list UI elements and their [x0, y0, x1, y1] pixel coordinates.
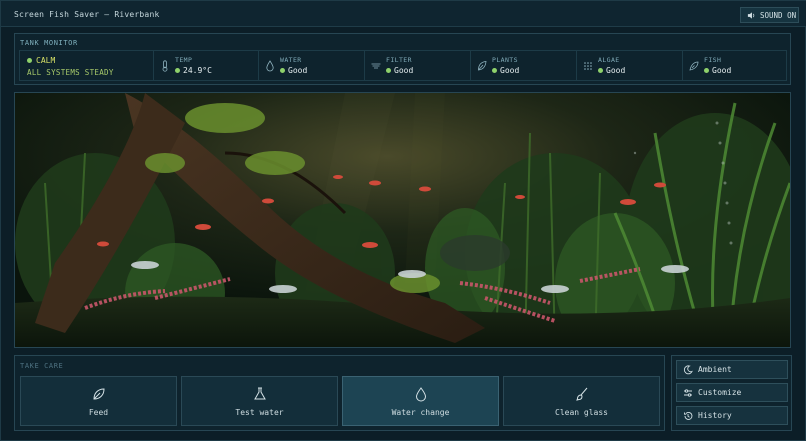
metric-label: FILTER [386, 56, 412, 64]
status-dot [27, 58, 32, 63]
aquarium-illustration [15, 93, 790, 347]
metric-algae: ALGAE Good [577, 51, 683, 80]
sliders-icon [684, 388, 692, 397]
app-window: Screen Fish Saver — Riverbank SOUND ON T… [0, 0, 806, 441]
monitor-row: CALM ALL SYSTEMS STEADY TEMP 24.9°C WATE… [19, 50, 787, 81]
tank-monitor-panel: TANK MONITOR CALM ALL SYSTEMS STEADY TEM… [14, 33, 791, 85]
history-icon [684, 411, 693, 420]
thermometer-icon [162, 60, 168, 72]
tank-monitor-title: TANK MONITOR [20, 39, 78, 47]
history-label: History [698, 411, 732, 420]
fish-icon [689, 61, 699, 71]
title-bar: Screen Fish Saver — Riverbank SOUND ON [1, 1, 806, 27]
status-state: CALM [27, 56, 55, 65]
metric-value: 24.9°C [175, 66, 212, 75]
test-water-label: Test water [235, 407, 284, 417]
side-options-panel: Ambient Customize History [671, 355, 792, 431]
clean-glass-label: Clean glass [555, 407, 608, 417]
metric-value: Good [280, 66, 307, 75]
window-title: Screen Fish Saver — Riverbank [14, 10, 160, 19]
sound-label: SOUND ON [760, 10, 797, 20]
sound-toggle-button[interactable]: SOUND ON [740, 7, 799, 23]
metric-water: WATER Good [259, 51, 365, 80]
flask-icon [253, 387, 266, 399]
history-button[interactable]: History [676, 406, 788, 425]
feed-button[interactable]: Feed [20, 376, 177, 426]
metric-label: ALGAE [598, 56, 620, 64]
feed-leaf-icon [92, 387, 105, 400]
metric-fish: FISH Good [683, 51, 781, 80]
metric-value: Good [704, 66, 731, 75]
feed-label: Feed [88, 407, 109, 417]
ambient-button[interactable]: Ambient [676, 360, 788, 379]
metric-label: PLANTS [492, 56, 518, 64]
moon-icon [683, 364, 693, 374]
aquarium-view[interactable] [14, 92, 791, 348]
water-drop-icon [266, 60, 274, 72]
take-care-title: TAKE CARE [20, 362, 64, 370]
metric-filter: FILTER Good [365, 51, 471, 80]
ambient-label: Ambient [698, 365, 732, 374]
status-summary: ALL SYSTEMS STEADY [27, 68, 114, 77]
metric-label: TEMP [175, 56, 193, 64]
metric-temp: TEMP 24.9°C [154, 51, 259, 80]
metric-plants: PLANTS Good [471, 51, 577, 80]
test-water-button[interactable]: Test water [181, 376, 338, 426]
status-cell: CALM ALL SYSTEMS STEADY [20, 51, 154, 80]
water-change-label: Water change [391, 407, 450, 417]
algae-dots-icon [584, 62, 592, 70]
metric-label: FISH [704, 56, 722, 64]
clean-glass-button[interactable]: Clean glass [503, 376, 660, 426]
status-state-label: CALM [36, 56, 56, 65]
filter-icon [371, 63, 381, 69]
leaf-icon [478, 61, 487, 71]
metric-value: Good [598, 66, 625, 75]
take-care-panel: TAKE CARE Feed Test water Water change C… [14, 355, 665, 431]
speaker-icon [747, 11, 755, 19]
metric-value: Good [386, 66, 413, 75]
metric-value: Good [492, 66, 519, 75]
water-drop-icon [415, 386, 426, 401]
customize-label: Customize [698, 388, 742, 397]
customize-button[interactable]: Customize [676, 383, 788, 402]
metric-label: WATER [280, 56, 302, 64]
brush-icon [575, 387, 587, 401]
water-change-button[interactable]: Water change [342, 376, 499, 426]
